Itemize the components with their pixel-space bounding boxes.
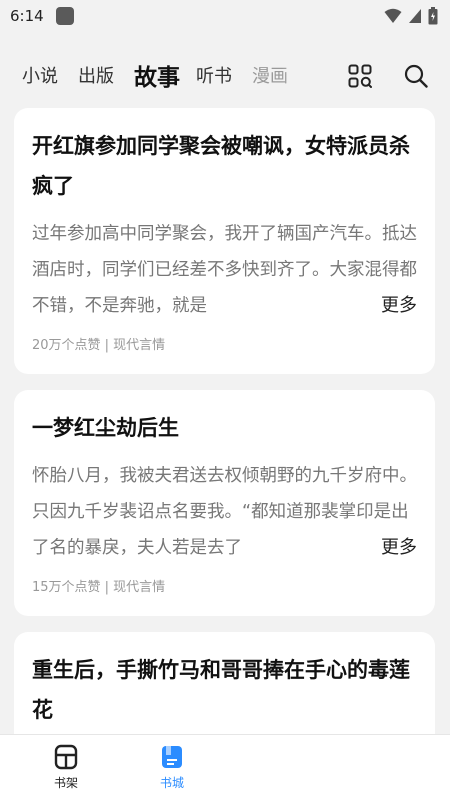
more-button[interactable]: 更多 xyxy=(347,288,417,324)
tab-comics[interactable]: 漫画 xyxy=(252,62,288,88)
bottom-tab-label: 书城 xyxy=(159,776,184,790)
more-button[interactable]: 更多 xyxy=(347,530,417,566)
tab-stories[interactable]: 故事 xyxy=(134,58,180,92)
app-notification-icon xyxy=(55,7,74,25)
status-icons xyxy=(384,7,438,25)
bottom-nav: 书架 书城 xyxy=(0,734,450,800)
tab-publishing[interactable]: 出版 xyxy=(78,62,114,88)
bottom-tab-bookshelf[interactable]: 书架 xyxy=(26,735,106,800)
story-meta: 20万个点赞 | 现代言情 xyxy=(32,338,166,353)
bookshelf-icon xyxy=(54,744,78,770)
signal-icon xyxy=(409,9,421,23)
story-card[interactable]: 一梦红尘劫后生 怀胎八月，我被夫君送去权倾朝野的九千岁府中。只因九千岁裴诏点名要… xyxy=(14,390,435,616)
status-time: 6:14 xyxy=(10,7,44,25)
search-icon[interactable] xyxy=(404,64,428,88)
story-title[interactable]: 开红旗参加同学聚会被嘲讽，女特派员杀疯了 xyxy=(32,126,417,206)
story-summary: 过年参加高中同学聚会，我开了辆国产汽车。抵达酒店时，同学们已经差不多快到齐了。大… xyxy=(32,216,417,324)
top-nav: 小说 出版 故事 听书 漫画 xyxy=(0,52,450,98)
tab-audiobooks[interactable]: 听书 xyxy=(196,62,232,88)
story-meta: 15万个点赞 | 现代言情 xyxy=(32,580,166,595)
status-bar: 6:14 xyxy=(0,0,450,32)
bottom-tab-store[interactable]: 书城 xyxy=(132,735,212,800)
story-summary: 怀胎八月，我被夫君送去权倾朝野的九千岁府中。只因九千岁裴诏点名要我。“都知道那裴… xyxy=(32,458,417,566)
bottom-tab-label: 书架 xyxy=(53,776,78,790)
tab-novel[interactable]: 小说 xyxy=(22,62,58,88)
category-tabs: 小说 出版 故事 听书 漫画 xyxy=(22,58,318,92)
bookstore-icon xyxy=(162,746,182,768)
wifi-icon xyxy=(384,8,402,23)
category-grid-icon[interactable] xyxy=(348,64,372,88)
story-title[interactable]: 重生后，手撕竹马和哥哥捧在手心的毒莲花 xyxy=(32,650,417,730)
story-title[interactable]: 一梦红尘劫后生 xyxy=(32,408,417,448)
battery-icon xyxy=(428,7,438,25)
story-card[interactable]: 开红旗参加同学聚会被嘲讽，女特派员杀疯了 过年参加高中同学聚会，我开了辆国产汽车… xyxy=(14,108,435,374)
